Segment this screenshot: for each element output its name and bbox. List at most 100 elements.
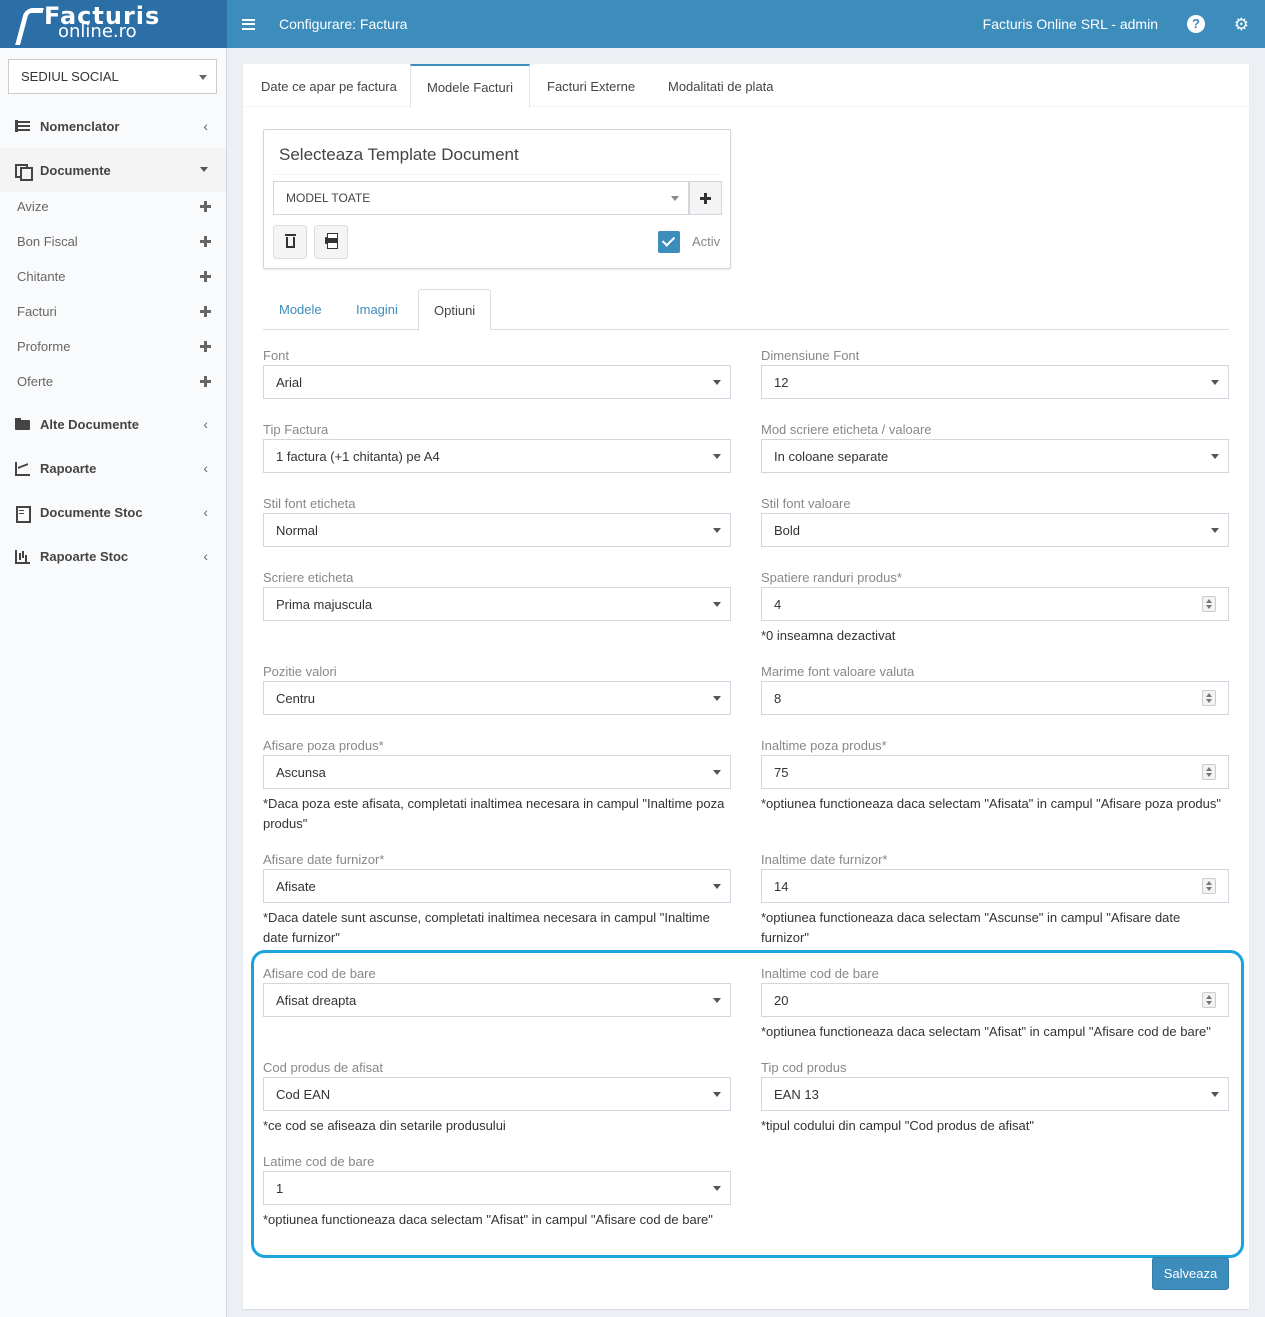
chevron-left-icon: ‹ [203, 416, 208, 432]
afisare-furnizor-select[interactable]: Afisate [263, 869, 731, 903]
inaltime-poza-input[interactable]: 75 [761, 755, 1229, 789]
field-label: Afisare date furnizor* [263, 852, 385, 867]
sidebar-subitem-bon-fiscal[interactable]: Bon Fiscal [0, 224, 226, 259]
tab-optiuni[interactable]: Optiuni [418, 289, 492, 331]
select-value: Prima majuscula [276, 597, 373, 612]
help-text: *optiunea functioneaza daca selectam "Af… [761, 796, 1222, 811]
font-size-select[interactable]: 12 [761, 365, 1229, 399]
chevron-down-icon [1211, 380, 1219, 385]
barcode-section-highlight [251, 950, 1244, 1258]
afisare-poza-select[interactable]: Ascunsa [263, 755, 731, 789]
active-checkbox[interactable] [658, 231, 680, 253]
delete-template-button[interactable] [273, 225, 307, 259]
sidebar-subitem-oferte[interactable]: Oferte [0, 364, 226, 399]
mod-scriere-select[interactable]: In coloane separate [761, 439, 1229, 473]
sidebar-subitem-label: Oferte [17, 374, 54, 389]
sidebar-subitem-label: Avize [17, 199, 49, 214]
sidebar-subitem-avize[interactable]: Avize [0, 189, 226, 224]
sidebar-subitem-label: Chitante [17, 269, 66, 284]
print-template-button[interactable] [314, 225, 348, 259]
spatiere-input[interactable]: 4 [761, 587, 1229, 621]
sidebar-item-rapoarte-stoc[interactable]: Rapoarte Stoc ‹ [0, 534, 226, 578]
field-label: Mod scriere eticheta / valoare [761, 422, 932, 437]
template-selector-box: Selecteaza Template Document MODEL TOATE… [263, 129, 731, 269]
marime-valuta-input[interactable]: 8 [761, 681, 1229, 715]
chevron-down-icon [713, 380, 721, 385]
plus-icon[interactable] [200, 201, 211, 212]
folder-open-icon [15, 417, 30, 431]
top-tabs: Date ce apar pe factura Modele Facturi F… [243, 64, 1249, 108]
spinner-icon[interactable] [1202, 690, 1216, 706]
field-label: Inaltime poza produs* [761, 738, 887, 753]
plus-icon[interactable] [200, 271, 211, 282]
select-value: 12 [774, 375, 789, 390]
sidebar-subitem-label: Facturi [17, 304, 57, 319]
location-select[interactable]: SEDIUL SOCIAL [8, 59, 217, 94]
tab-imagini[interactable]: Imagini [341, 289, 413, 330]
tab-date-factura[interactable]: Date ce apar pe factura [245, 64, 413, 108]
active-checkbox-label: Activ [692, 234, 721, 249]
logo[interactable]: Facturis online.ro [0, 0, 227, 48]
font-select[interactable]: Arial [263, 365, 731, 399]
bar-chart-icon [15, 549, 30, 564]
inaltime-furnizor-input[interactable]: 14 [761, 869, 1229, 903]
user-menu[interactable]: Facturis Online SRL - admin [983, 16, 1158, 32]
stil-valoare-select[interactable]: Bold [761, 513, 1229, 547]
select-value: In coloane separate [774, 449, 889, 464]
sidebar-item-alte-documente[interactable]: Alte Documente ‹ [0, 402, 226, 446]
input-value: 75 [774, 765, 789, 780]
select-value: Arial [276, 375, 303, 390]
field-label: Dimensiune Font [761, 348, 860, 363]
field-label: Stil font eticheta [263, 496, 356, 511]
select-value: Bold [774, 523, 801, 538]
spinner-icon[interactable] [1202, 878, 1216, 894]
copy-icon [15, 163, 33, 181]
chevron-left-icon: ‹ [203, 118, 208, 134]
tab-modele-facturi[interactable]: Modele Facturi [410, 64, 530, 108]
chevron-down-icon [713, 770, 721, 775]
sidebar-subitem-chitante[interactable]: Chitante [0, 259, 226, 294]
template-select-value: MODEL TOATE [286, 191, 371, 205]
plus-icon[interactable] [200, 236, 211, 247]
tip-factura-select[interactable]: 1 factura (+1 chitanta) pe A4 [263, 439, 731, 473]
plus-icon[interactable] [200, 376, 211, 387]
select-value: Centru [276, 691, 316, 706]
chevron-down-icon [1211, 528, 1219, 533]
page-title: Configurare: Factura [279, 16, 408, 32]
scriere-eticheta-select[interactable]: Prima majuscula [263, 587, 731, 621]
sidebar-item-rapoarte[interactable]: Rapoarte ‹ [0, 446, 226, 490]
tab-modele[interactable]: Modele [264, 289, 337, 330]
help-text: *optiunea functioneaza daca selectam "As… [761, 910, 1181, 945]
template-box-title: Selecteaza Template Document [279, 145, 519, 164]
settings-gears-icon[interactable]: ⚙ [1234, 16, 1249, 33]
add-template-button[interactable] [689, 181, 722, 215]
pozitie-select[interactable]: Centru [263, 681, 731, 715]
inner-tabs: Modele Imagini Optiuni [263, 289, 1229, 331]
sidebar-item-label: Alte Documente [40, 416, 139, 432]
plus-icon[interactable] [200, 341, 211, 352]
sidebar-subitem-label: Proforme [17, 339, 71, 354]
sidebar-item-documente[interactable]: Documente [0, 148, 226, 192]
sidebar-subitem-facturi[interactable]: Facturi [0, 294, 226, 329]
field-label: Inaltime date furnizor* [761, 852, 888, 867]
save-button[interactable]: Salveaza [1152, 1257, 1229, 1290]
sidebar-item-documente-stoc[interactable]: Documente Stoc ‹ [0, 490, 226, 534]
stil-eticheta-select[interactable]: Normal [263, 513, 731, 547]
tab-modalitati-plata[interactable]: Modalitati de plata [652, 64, 790, 108]
chevron-down-icon [1211, 454, 1219, 459]
chevron-left-icon: ‹ [203, 460, 208, 476]
spinner-icon[interactable] [1202, 596, 1216, 612]
sidebar-item-nomenclator[interactable]: Nomenclator ‹ [0, 104, 226, 148]
spinner-icon[interactable] [1202, 764, 1216, 780]
template-select[interactable]: MODEL TOATE [273, 181, 689, 215]
tab-facturi-externe[interactable]: Facturi Externe [531, 64, 651, 108]
sidebar-subitem-proforme[interactable]: Proforme [0, 329, 226, 364]
sidebar-subitem-label: Bon Fiscal [17, 234, 78, 249]
field-label: Afisare poza produs* [263, 738, 384, 753]
field-label: Scriere eticheta [263, 570, 354, 585]
hamburger-menu-icon[interactable] [242, 18, 255, 30]
facturis-logo-icon [14, 6, 40, 42]
help-icon[interactable]: ? [1187, 15, 1205, 33]
sidebar-item-label: Documente [40, 162, 111, 178]
plus-icon[interactable] [200, 306, 211, 317]
